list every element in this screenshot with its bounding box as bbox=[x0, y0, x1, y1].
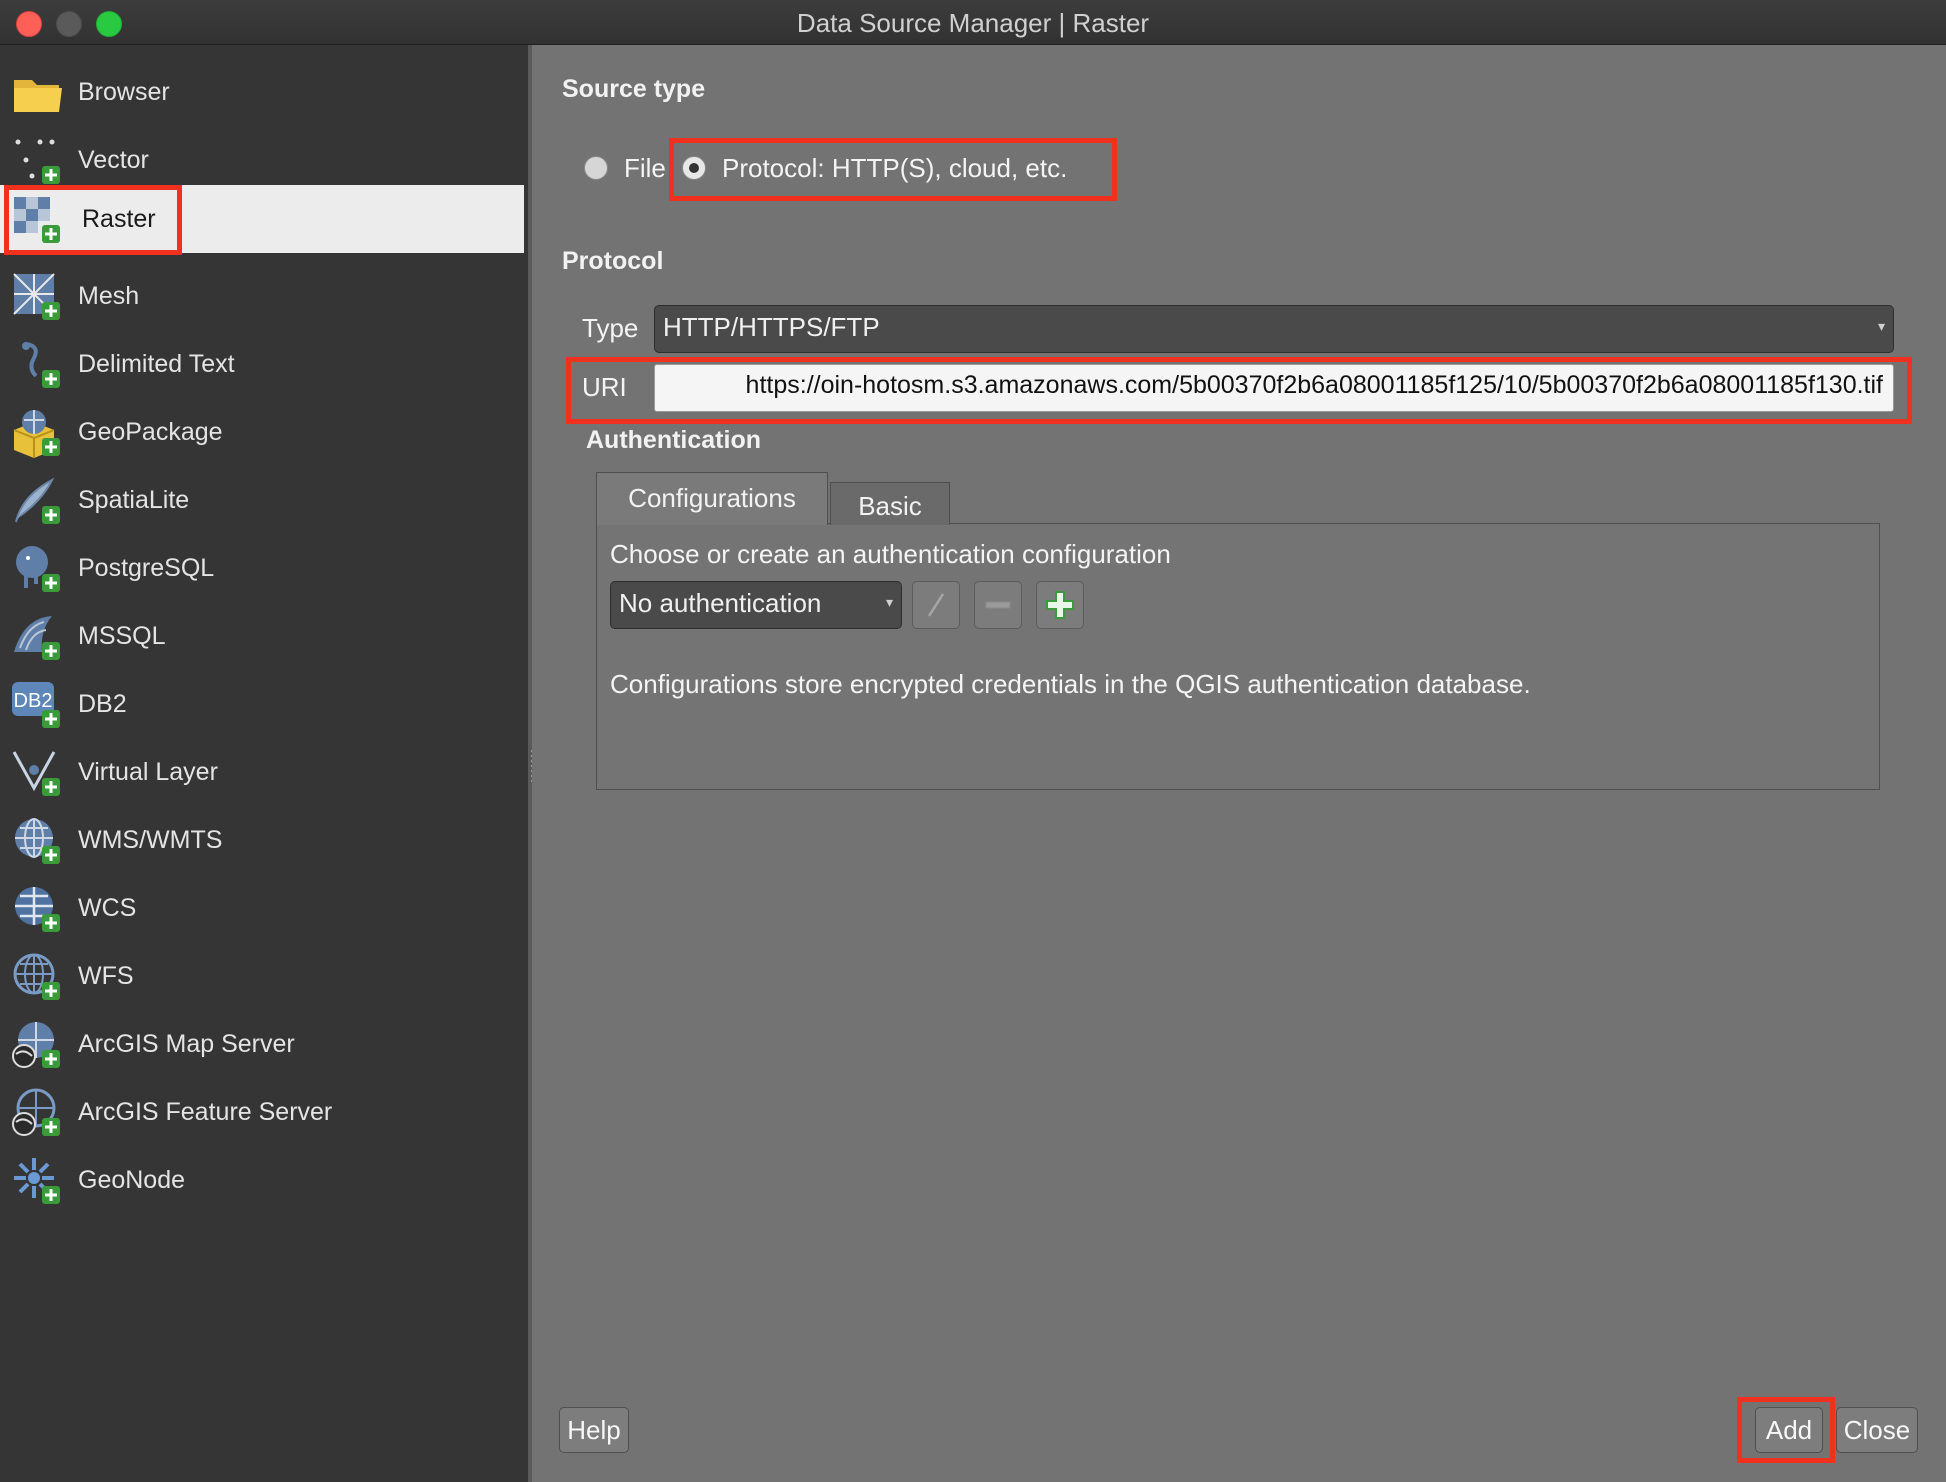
delimited-text-add-icon bbox=[12, 340, 64, 390]
sidebar-item-geonode[interactable]: GeoNode bbox=[0, 1146, 524, 1214]
auth-description: Configurations store encrypted credentia… bbox=[610, 669, 1531, 699]
help-button[interactable]: Help bbox=[559, 1407, 629, 1453]
wfs-add-icon bbox=[12, 952, 64, 1002]
sidebar-item-arcgis-feature-server[interactable]: ArcGIS Feature Server bbox=[0, 1078, 524, 1146]
wcs-add-icon bbox=[12, 884, 64, 934]
sidebar-item-arcgis-map-server[interactable]: ArcGIS Map Server bbox=[0, 1010, 524, 1078]
mssql-add-icon bbox=[12, 612, 64, 662]
spatialite-add-icon bbox=[12, 476, 64, 526]
protocol-radio[interactable] bbox=[682, 156, 706, 180]
dropdown-arrow-icon: ▾ bbox=[1877, 318, 1885, 334]
vector-add-icon bbox=[12, 136, 64, 186]
sidebar-item-raster[interactable]: Raster bbox=[0, 185, 524, 253]
close-button[interactable]: Close bbox=[1836, 1407, 1918, 1453]
sidebar-item-browser[interactable]: Browser bbox=[0, 58, 524, 126]
postgresql-add-icon bbox=[12, 544, 64, 594]
minus-icon bbox=[975, 582, 1021, 628]
type-label: Type bbox=[582, 313, 639, 343]
add-button[interactable]: Add bbox=[1755, 1407, 1823, 1453]
source-list-sidebar: Browser Vector Raster Mesh Delimited Tex bbox=[0, 45, 528, 1482]
dropdown-arrow-icon: ▾ bbox=[885, 594, 893, 610]
window-title: Data Source Manager | Raster bbox=[796, 8, 1150, 38]
sidebar-item-delimited-text[interactable]: Delimited Text bbox=[0, 330, 524, 398]
folder-icon bbox=[12, 68, 64, 118]
wms-add-icon bbox=[12, 816, 64, 866]
sidebar-item-wfs[interactable]: WFS bbox=[0, 942, 524, 1010]
geopackage-add-icon bbox=[12, 408, 64, 458]
auth-config-prompt: Choose or create an authentication confi… bbox=[610, 539, 1171, 569]
sidebar-item-db2[interactable]: DB2 DB2 bbox=[0, 670, 524, 738]
geonode-add-icon bbox=[12, 1156, 64, 1206]
sidebar-item-postgresql[interactable]: PostgreSQL bbox=[0, 534, 524, 602]
virtual-layer-add-icon bbox=[12, 748, 64, 798]
sidebar-item-mssql[interactable]: MSSQL bbox=[0, 602, 524, 670]
edit-config-button[interactable] bbox=[912, 581, 960, 629]
db2-add-icon: DB2 bbox=[12, 680, 64, 730]
protocol-radio-label[interactable]: Protocol: HTTP(S), cloud, etc. bbox=[722, 153, 1067, 184]
sidebar-item-wcs[interactable]: WCS bbox=[0, 874, 524, 942]
pencil-icon bbox=[913, 582, 959, 628]
auth-config-dropdown[interactable]: No authentication ▾ bbox=[610, 581, 902, 629]
sidebar-item-vector[interactable]: Vector bbox=[0, 126, 524, 194]
raster-source-panel: Source type File Protocol: HTTP(S), clou… bbox=[532, 45, 1946, 1482]
mesh-add-icon bbox=[12, 272, 64, 322]
sidebar-item-mesh[interactable]: Mesh bbox=[0, 262, 524, 330]
authentication-heading: Authentication bbox=[586, 426, 761, 454]
raster-add-icon bbox=[12, 195, 64, 245]
data-source-manager-window: Data Source Manager | Raster Browser Vec… bbox=[0, 0, 1946, 1482]
uri-input[interactable]: https://oin-hotosm.s3.amazonaws.com/5b00… bbox=[654, 364, 1894, 412]
sidebar-item-spatialite[interactable]: SpatiaLite bbox=[0, 466, 524, 534]
file-radio[interactable] bbox=[584, 156, 608, 180]
sidebar-item-virtual-layer[interactable]: Virtual Layer bbox=[0, 738, 524, 806]
remove-config-button[interactable] bbox=[974, 581, 1022, 629]
title-bar: Data Source Manager | Raster bbox=[0, 0, 1946, 45]
protocol-heading: Protocol bbox=[562, 247, 664, 275]
arcgis-map-server-add-icon bbox=[12, 1020, 64, 1070]
tab-configurations[interactable]: Configurations bbox=[596, 472, 828, 525]
file-radio-label[interactable]: File bbox=[624, 153, 666, 184]
add-config-button[interactable] bbox=[1036, 581, 1084, 629]
tab-basic[interactable]: Basic bbox=[830, 482, 950, 525]
source-type-heading: Source type bbox=[562, 75, 706, 103]
arcgis-feature-server-add-icon bbox=[12, 1088, 64, 1138]
plus-icon bbox=[1037, 582, 1083, 628]
uri-label: URI bbox=[582, 372, 627, 402]
svg-text:DB2: DB2 bbox=[14, 690, 53, 712]
sidebar-item-geopackage[interactable]: GeoPackage bbox=[0, 398, 524, 466]
protocol-type-dropdown[interactable]: HTTP/HTTPS/FTP ▾ bbox=[654, 305, 1894, 353]
sidebar-item-wms-wmts[interactable]: WMS/WMTS bbox=[0, 806, 524, 874]
